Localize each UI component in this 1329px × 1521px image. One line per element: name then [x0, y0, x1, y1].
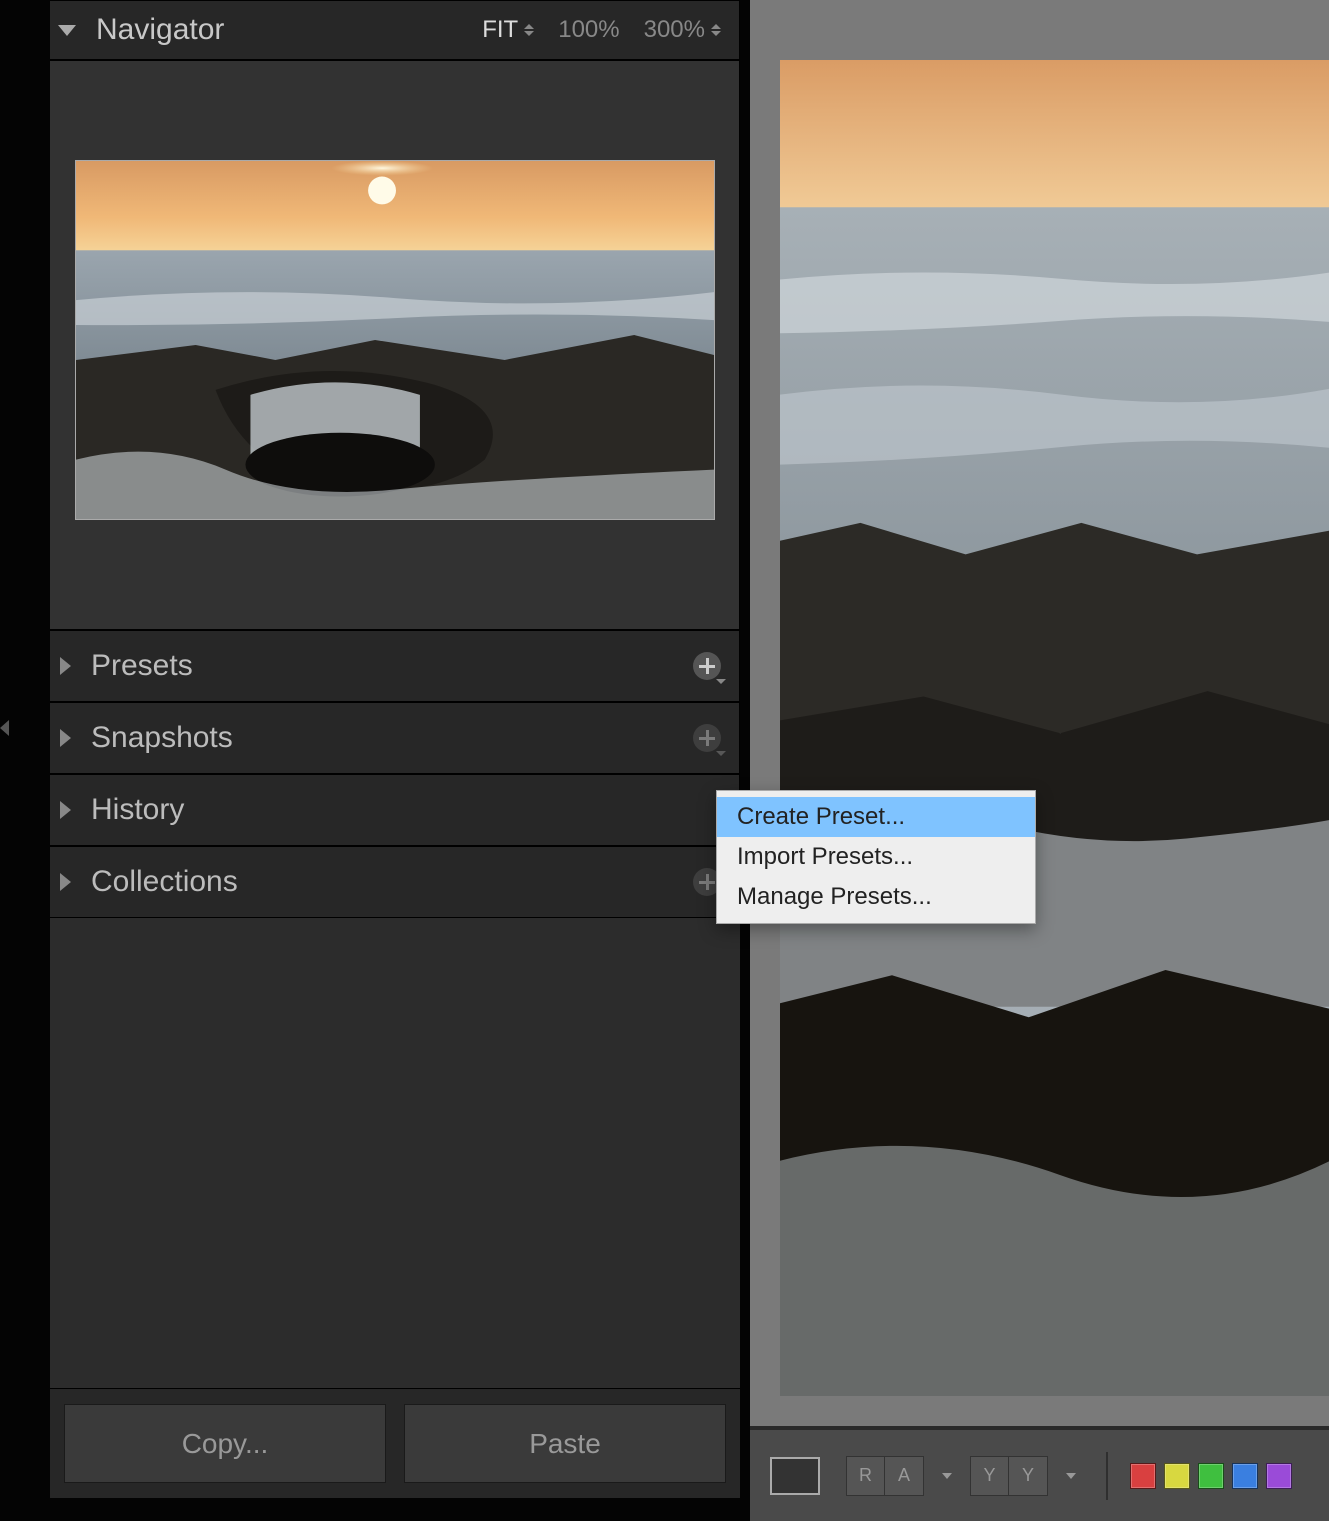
menu-import-presets[interactable]: Import Presets... [717, 837, 1035, 877]
add-preset-button[interactable] [693, 652, 721, 680]
main-image-viewport[interactable] [780, 60, 1329, 1396]
zoom-300[interactable]: 300% [644, 16, 721, 44]
paste-button[interactable]: Paste [404, 1404, 726, 1483]
expand-icon[interactable] [60, 729, 71, 747]
label-yellow[interactable] [1164, 1463, 1190, 1489]
navigator-title: Navigator [96, 13, 482, 47]
navigator-preview [50, 60, 740, 630]
zoom-fit-label: FIT [482, 16, 518, 44]
toolbar-divider [1106, 1452, 1108, 1500]
label-green[interactable] [1198, 1463, 1224, 1489]
expand-icon[interactable] [60, 657, 71, 675]
expand-icon[interactable] [60, 801, 71, 819]
menu-manage-presets[interactable]: Manage Presets... [717, 877, 1035, 917]
navigator-header[interactable]: Navigator FIT 100% 300% [50, 0, 740, 60]
expand-icon[interactable] [60, 873, 71, 891]
presets-label: Presets [91, 649, 693, 683]
bottom-bar: Copy... Paste [50, 1388, 740, 1498]
compare-y2[interactable]: Y [1009, 1457, 1047, 1495]
zoom-300-label: 300% [644, 16, 705, 44]
panel-collections[interactable]: Collections [50, 846, 740, 918]
left-panel-expand-icon[interactable] [0, 720, 14, 740]
label-red[interactable] [1130, 1463, 1156, 1489]
zoom-100[interactable]: 100% [558, 16, 619, 44]
updown-icon[interactable] [524, 24, 534, 36]
add-snapshot-button[interactable] [693, 724, 721, 752]
panel-presets[interactable]: Presets [50, 630, 740, 702]
label-blue[interactable] [1232, 1463, 1258, 1489]
left-panel: Navigator FIT 100% 300% [0, 0, 750, 1521]
label-purple[interactable] [1266, 1463, 1292, 1489]
main-area: R A Y Y [750, 0, 1329, 1521]
compare-y1[interactable]: Y [971, 1457, 1009, 1495]
panel-history[interactable]: History [50, 774, 740, 846]
loupe-view-icon[interactable] [770, 1457, 820, 1495]
zoom-controls: FIT 100% 300% [482, 16, 721, 44]
panels-column: Navigator FIT 100% 300% [50, 0, 740, 1498]
dropdown-icon[interactable] [1066, 1473, 1076, 1479]
before-r[interactable]: R [847, 1457, 885, 1495]
panel-snapshots[interactable]: Snapshots [50, 702, 740, 774]
navigator-thumbnail[interactable] [75, 160, 715, 520]
compare-group: Y Y [970, 1456, 1048, 1496]
history-label: History [91, 793, 721, 827]
before-after-group: R A [846, 1456, 924, 1496]
toolbar: R A Y Y [750, 1426, 1329, 1521]
collapse-icon[interactable] [58, 25, 76, 36]
copy-button[interactable]: Copy... [64, 1404, 386, 1483]
updown-icon[interactable] [711, 24, 721, 36]
preset-context-menu: Create Preset... Import Presets... Manag… [716, 790, 1036, 924]
zoom-fit[interactable]: FIT [482, 16, 534, 44]
after-a[interactable]: A [885, 1457, 923, 1495]
menu-create-preset[interactable]: Create Preset... [717, 797, 1035, 837]
snapshots-label: Snapshots [91, 721, 693, 755]
color-label-swatches [1130, 1463, 1292, 1489]
zoom-100-label: 100% [558, 16, 619, 44]
collections-label: Collections [91, 865, 693, 899]
panel-empty-area [50, 918, 740, 1388]
dropdown-icon[interactable] [942, 1473, 952, 1479]
